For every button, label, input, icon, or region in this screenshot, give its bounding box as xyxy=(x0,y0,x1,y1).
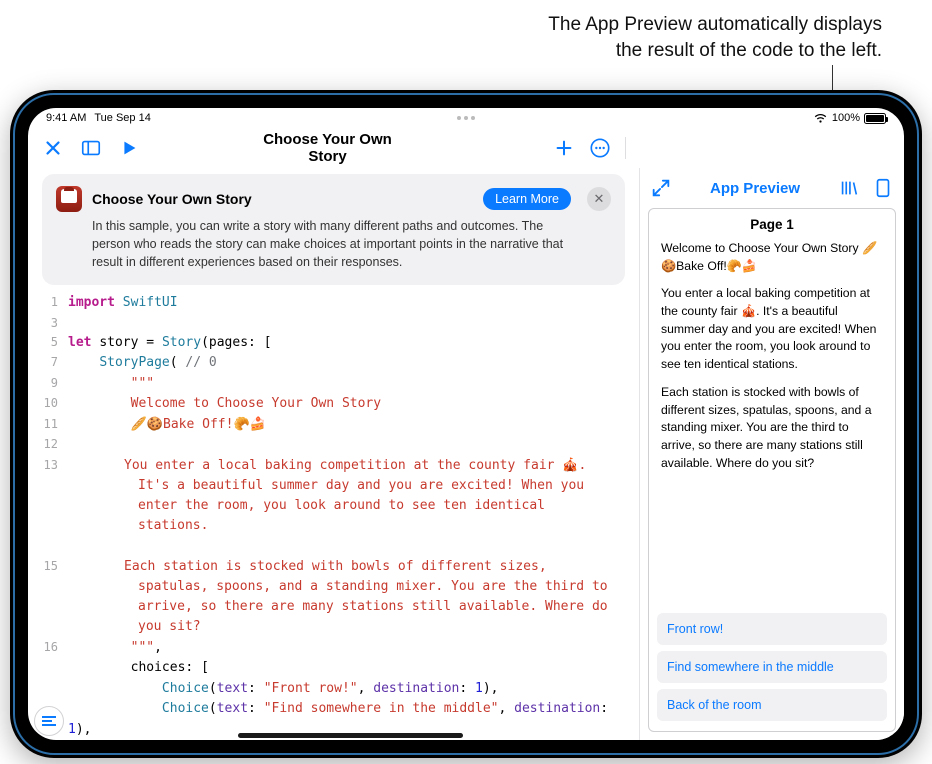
preview-page-title: Page 1 xyxy=(649,217,895,232)
status-bar: 9:41 AM Tue Sep 14 100% xyxy=(28,108,904,128)
sample-app-icon xyxy=(56,186,82,212)
line-number xyxy=(28,536,68,557)
preview-canvas: Page 1 Welcome to Choose Your Own Story … xyxy=(648,208,896,732)
code-line[interactable]: choices: [ xyxy=(28,658,639,679)
line-number: 3 xyxy=(28,314,68,333)
code-source[interactable]: let story = Story(pages: [ xyxy=(68,333,639,354)
preview-choice-button[interactable]: Front row! xyxy=(657,613,887,645)
toolbar-separator xyxy=(625,137,626,159)
code-source[interactable]: Choice(text: "Front row!", destination: … xyxy=(68,679,639,700)
line-number xyxy=(28,658,68,679)
expand-icon[interactable] xyxy=(650,177,672,199)
run-icon[interactable] xyxy=(118,137,140,159)
info-banner: Choose Your Own Story Learn More ✕ In th… xyxy=(42,174,625,285)
code-editor[interactable]: 1import SwiftUI35let story = Story(pages… xyxy=(28,291,639,740)
code-source[interactable]: You enter a local baking competition at … xyxy=(68,456,639,537)
code-line[interactable]: 7 StoryPage( // 0 xyxy=(28,353,639,374)
line-number: 10 xyxy=(28,394,68,415)
format-button[interactable] xyxy=(34,706,64,736)
code-source[interactable]: choices: [ xyxy=(68,658,639,679)
code-line[interactable]: 9 """ xyxy=(28,374,639,395)
code-line[interactable]: 13You enter a local baking competition a… xyxy=(28,456,639,537)
preview-title: App Preview xyxy=(710,180,800,197)
editor-toolbar: Choose Your Own Story xyxy=(28,128,904,168)
line-number: 15 xyxy=(28,557,68,638)
code-source[interactable]: import SwiftUI xyxy=(68,293,639,314)
status-date: Tue Sep 14 xyxy=(94,112,150,124)
preview-pane: App Preview Page 1 Welcome to Choose You… xyxy=(639,168,904,740)
line-number: 9 xyxy=(28,374,68,395)
more-icon[interactable] xyxy=(589,137,611,159)
line-number: 16 xyxy=(28,638,68,659)
code-source[interactable] xyxy=(68,435,639,456)
preview-paragraph: You enter a local baking competition at … xyxy=(661,285,883,373)
preview-choice-button[interactable]: Find somewhere in the middle xyxy=(657,651,887,683)
preview-choice-list: Front row! Find somewhere in the middle Ba… xyxy=(649,613,895,725)
preview-choice-button[interactable]: Back of the room xyxy=(657,689,887,721)
device-icon[interactable] xyxy=(872,177,894,199)
line-number: 5 xyxy=(28,333,68,354)
annotation-callout: The App Preview automatically displays t… xyxy=(0,12,882,63)
add-icon[interactable] xyxy=(553,137,575,159)
code-line[interactable]: 3 xyxy=(28,314,639,333)
multitask-dots-icon[interactable] xyxy=(447,116,485,121)
code-line[interactable]: 10 Welcome to Choose Your Own Story xyxy=(28,394,639,415)
code-line[interactable]: Choice(text: "Front row!", destination: … xyxy=(28,679,639,700)
battery-icon xyxy=(864,113,886,124)
code-line[interactable]: 15Each station is stocked with bowls of … xyxy=(28,557,639,638)
info-body: In this sample, you can write a story wi… xyxy=(56,218,611,271)
code-source[interactable]: Welcome to Choose Your Own Story xyxy=(68,394,639,415)
battery-percentage: 100% xyxy=(832,112,860,124)
code-line[interactable]: 1import SwiftUI xyxy=(28,293,639,314)
line-number: 7 xyxy=(28,353,68,374)
learn-more-button[interactable]: Learn More xyxy=(483,188,571,210)
line-number: 1 xyxy=(28,293,68,314)
code-line[interactable]: 5let story = Story(pages: [ xyxy=(28,333,639,354)
screen: 9:41 AM Tue Sep 14 100% Choose Your Own … xyxy=(28,108,904,740)
code-source[interactable]: """, xyxy=(68,638,639,659)
preview-toolbar: App Preview xyxy=(640,168,904,208)
home-indicator xyxy=(238,733,463,738)
dismiss-banner-button[interactable]: ✕ xyxy=(587,187,611,211)
callout-line1: The App Preview automatically displays xyxy=(548,14,882,35)
library-icon[interactable] xyxy=(838,177,860,199)
code-source[interactable] xyxy=(68,314,639,333)
wifi-icon xyxy=(813,113,828,124)
code-source[interactable]: """ xyxy=(68,374,639,395)
code-line[interactable]: 12 xyxy=(28,435,639,456)
code-line[interactable] xyxy=(28,536,639,557)
line-number: 13 xyxy=(28,456,68,537)
main-split: Choose Your Own Story Learn More ✕ In th… xyxy=(28,168,904,740)
line-number: 12 xyxy=(28,435,68,456)
line-number: 11 xyxy=(28,415,68,436)
info-title: Choose Your Own Story xyxy=(92,191,473,207)
status-time: 9:41 AM xyxy=(46,112,86,124)
line-number xyxy=(28,679,68,700)
code-source[interactable]: Each station is stocked with bowls of di… xyxy=(68,557,639,638)
code-source[interactable]: StoryPage( // 0 xyxy=(68,353,639,374)
code-line[interactable]: 16 """, xyxy=(28,638,639,659)
code-line[interactable]: 11 🥖🍪Bake Off!🥐🍰 xyxy=(28,415,639,436)
editor-pane: Choose Your Own Story Learn More ✕ In th… xyxy=(28,168,639,740)
preview-paragraph: Welcome to Choose Your Own Story 🥖🍪Bake … xyxy=(661,240,883,275)
preview-paragraph: Each station is stocked with bowls of di… xyxy=(661,384,883,472)
sidebar-toggle-icon[interactable] xyxy=(80,137,102,159)
close-icon[interactable] xyxy=(42,137,64,159)
ipad-device-frame: 9:41 AM Tue Sep 14 100% Choose Your Own … xyxy=(10,90,922,758)
code-source[interactable] xyxy=(68,536,639,557)
document-title: Choose Your Own Story xyxy=(256,131,539,165)
callout-line2: the result of the code to the left. xyxy=(616,40,882,61)
code-source[interactable]: 🥖🍪Bake Off!🥐🍰 xyxy=(68,415,639,436)
